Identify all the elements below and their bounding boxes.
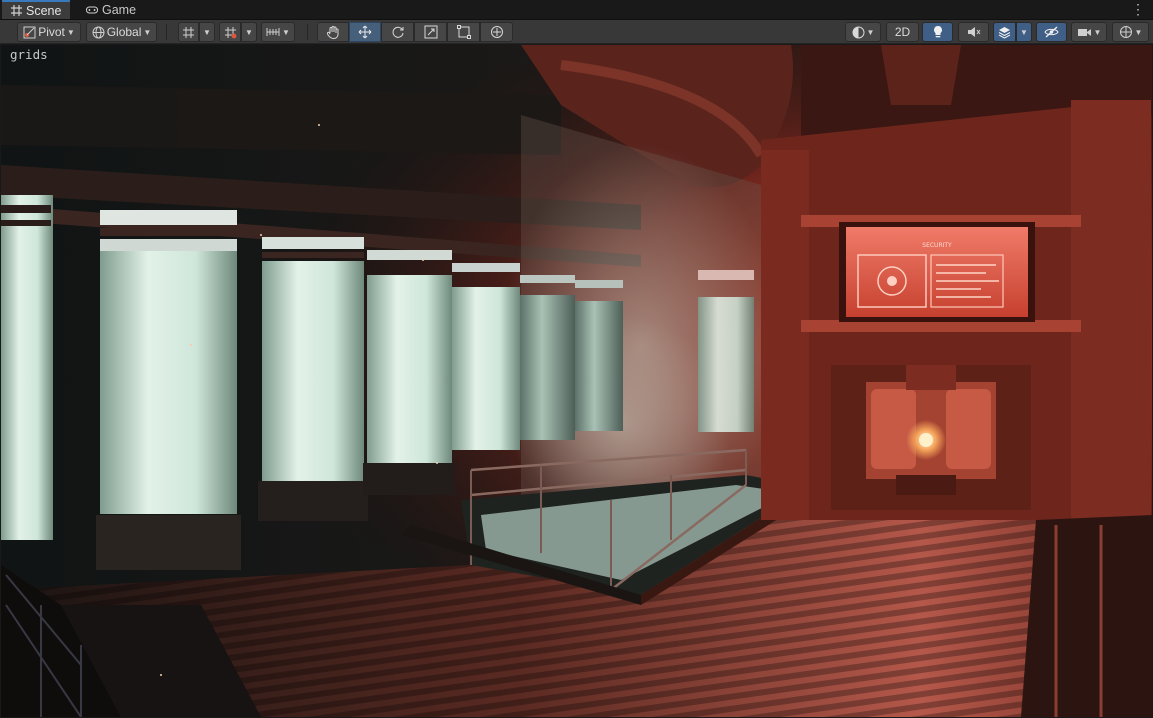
gamepad-icon bbox=[86, 4, 98, 16]
hand-icon bbox=[327, 26, 339, 39]
camera-icon bbox=[1077, 28, 1091, 36]
light-bulb-icon bbox=[933, 26, 942, 38]
tab-game[interactable]: Game bbox=[78, 0, 150, 19]
security-door bbox=[831, 365, 1031, 510]
chevron-down-icon: ▼ bbox=[1134, 27, 1143, 37]
chevron-down-icon: ▼ bbox=[143, 27, 152, 37]
draw-mode-dropdown[interactable]: ▼ bbox=[845, 22, 881, 42]
chevron-down-icon: ▼ bbox=[245, 27, 253, 37]
grid-snap-menu[interactable]: ▼ bbox=[199, 22, 215, 42]
viewport-overlay-label: grids bbox=[10, 47, 48, 62]
hand-tool-button[interactable] bbox=[317, 22, 349, 42]
chevron-down-icon: ▼ bbox=[1020, 27, 1028, 37]
toggle-2d-label: 2D bbox=[894, 25, 911, 39]
chevron-down-icon: ▼ bbox=[203, 27, 211, 37]
pivot-dropdown[interactable]: Pivot ▼ bbox=[17, 22, 81, 42]
rotate-tool-button[interactable] bbox=[381, 22, 414, 42]
increment-snap-menu[interactable]: ▼ bbox=[241, 22, 257, 42]
transform-tool-button[interactable] bbox=[480, 22, 513, 42]
global-label: Global bbox=[106, 25, 142, 39]
scene-viewport[interactable]: SECURITY bbox=[1, 45, 1152, 717]
toolbar-divider bbox=[307, 24, 308, 40]
shaded-sphere-icon bbox=[852, 26, 865, 38]
more-options-icon[interactable]: ⋮ bbox=[1131, 2, 1145, 16]
ruler-icon bbox=[266, 28, 280, 36]
tab-scene[interactable]: Scene bbox=[2, 0, 70, 19]
globe-icon bbox=[92, 26, 105, 38]
effects-toggle-button[interactable] bbox=[993, 22, 1016, 42]
audio-toggle-button[interactable] bbox=[958, 22, 989, 42]
gizmos-dropdown[interactable]: ▼ bbox=[1112, 22, 1149, 42]
chevron-down-icon: ▼ bbox=[1093, 27, 1102, 37]
hash-icon bbox=[10, 5, 22, 17]
scene-camera-dropdown[interactable]: ▼ bbox=[1071, 22, 1107, 42]
scene-lighting-button[interactable] bbox=[922, 22, 953, 42]
increment-snap-button[interactable] bbox=[219, 22, 241, 42]
transform-icon bbox=[490, 26, 503, 38]
increment-snap-icon bbox=[224, 26, 236, 38]
rect-tool-button[interactable] bbox=[447, 22, 480, 42]
toolbar-divider bbox=[166, 24, 167, 40]
scene-render: SECURITY bbox=[1, 45, 1152, 717]
scale-icon bbox=[424, 25, 437, 39]
pivot-label: Pivot bbox=[38, 25, 65, 39]
pivot-icon bbox=[23, 26, 36, 38]
grid-snap-icon bbox=[183, 26, 194, 38]
scale-tool-button[interactable] bbox=[414, 22, 447, 42]
eye-hidden-icon bbox=[1044, 26, 1059, 38]
chevron-down-icon: ▼ bbox=[282, 27, 290, 37]
gizmo-globe-icon bbox=[1119, 26, 1132, 38]
rect-tool-icon bbox=[456, 25, 471, 39]
move-icon bbox=[358, 25, 372, 39]
tab-game-label: Game bbox=[102, 2, 137, 17]
layers-icon bbox=[998, 26, 1011, 39]
toggle-2d-button[interactable]: 2D bbox=[886, 22, 919, 42]
tab-scene-label: Scene bbox=[26, 3, 62, 18]
chevron-down-icon: ▼ bbox=[866, 27, 875, 37]
snap-settings-dropdown[interactable]: ▼ bbox=[261, 22, 295, 42]
move-tool-button[interactable] bbox=[349, 22, 381, 42]
chevron-down-icon: ▼ bbox=[66, 27, 75, 37]
scene-visibility-button[interactable] bbox=[1036, 22, 1067, 42]
tab-bar: Scene Game ⋮ bbox=[0, 0, 1153, 20]
global-dropdown[interactable]: Global ▼ bbox=[86, 22, 157, 42]
rotate-icon bbox=[392, 26, 403, 38]
scene-toolbar: Pivot ▼ Global ▼ ▼ ▼ ▼ ▼ 2D ▼ ▼ ▼ bbox=[0, 20, 1153, 44]
effects-menu[interactable]: ▼ bbox=[1016, 22, 1032, 42]
screen-title: SECURITY bbox=[922, 242, 952, 249]
grid-snap-button[interactable] bbox=[178, 22, 199, 42]
speaker-mute-icon bbox=[967, 27, 980, 37]
security-screen: SECURITY bbox=[839, 222, 1035, 322]
